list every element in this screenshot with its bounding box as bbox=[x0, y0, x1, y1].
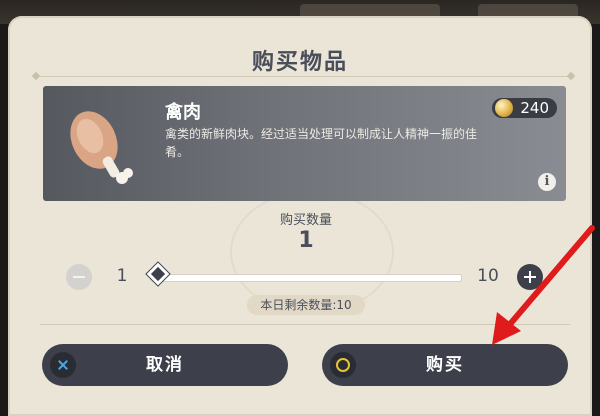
increase-button[interactable] bbox=[517, 264, 543, 290]
item-name: 禽肉 bbox=[165, 102, 201, 123]
divider bbox=[40, 76, 570, 77]
item-card: 禽肉 禽类的新鲜肉块。经过适当处理可以制成让人精神一振的佳肴。 240 i bbox=[43, 86, 566, 201]
item-description: 禽类的新鲜肉块。经过适当处理可以制成让人精神一振的佳肴。 bbox=[165, 127, 478, 159]
dialog-title: 购买物品 bbox=[251, 50, 348, 75]
meat-drumstick-icon bbox=[70, 111, 133, 184]
slider-max-label: 10 bbox=[477, 266, 499, 286]
coin-icon bbox=[495, 99, 514, 117]
cancel-button[interactable]: 取消 bbox=[42, 344, 288, 386]
divider bbox=[40, 324, 570, 325]
cancel-button-label: 取消 bbox=[146, 355, 184, 375]
price-value: 240 bbox=[520, 99, 549, 117]
quantity-slider[interactable] bbox=[150, 274, 462, 282]
info-icon[interactable]: i bbox=[538, 173, 556, 191]
quantity-label: 购买数量 bbox=[279, 213, 332, 228]
buy-button[interactable]: 购买 bbox=[322, 344, 568, 386]
price-badge: 240 bbox=[492, 98, 557, 118]
quantity-value: 1 bbox=[298, 228, 314, 253]
buy-button-label: 购买 bbox=[426, 355, 464, 375]
slider-min-label: 1 bbox=[116, 266, 128, 286]
remaining-quantity-badge: 本日剩余数量:10 bbox=[247, 295, 365, 315]
decrease-button[interactable] bbox=[66, 264, 92, 290]
